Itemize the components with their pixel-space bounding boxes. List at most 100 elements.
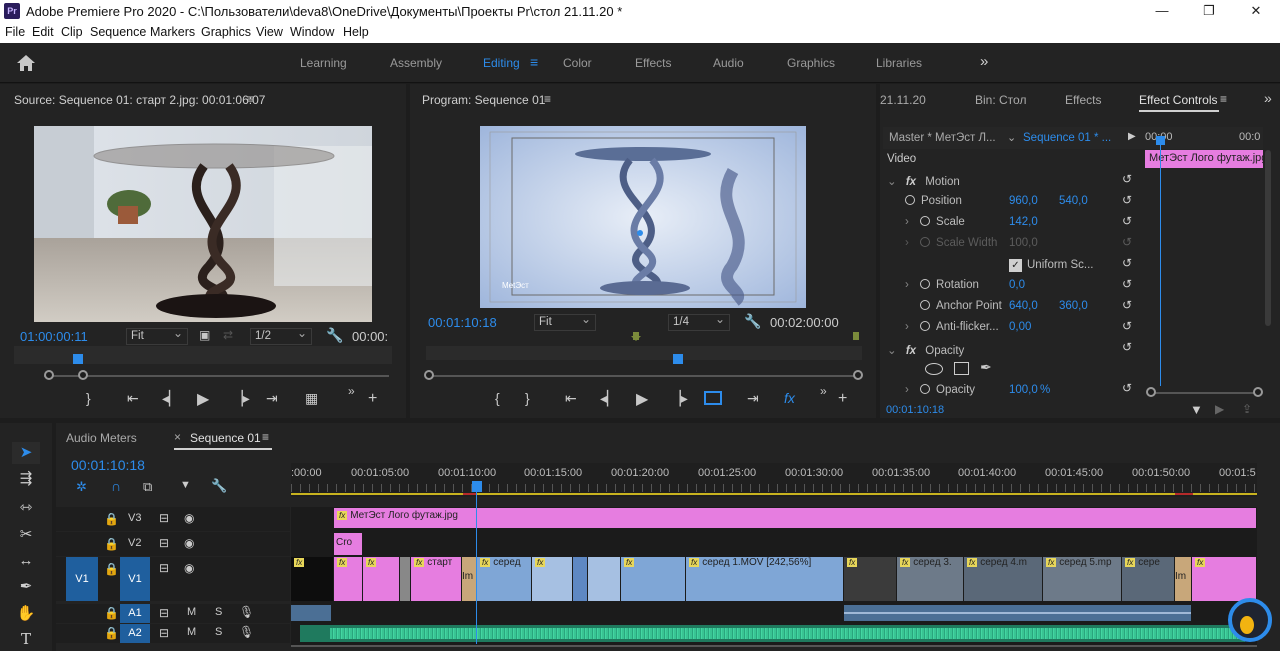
tab-effects[interactable]: Effects — [1065, 93, 1101, 107]
clip-v1-gray[interactable]: fx — [844, 557, 896, 601]
program-playhead[interactable] — [673, 354, 683, 364]
lock-icon[interactable]: 🔒 — [104, 537, 119, 551]
mute-button[interactable]: M — [187, 626, 196, 638]
source-zoom-handle-right[interactable] — [78, 370, 88, 380]
workspace-color[interactable]: Color — [563, 56, 592, 70]
master-clip-label[interactable]: Master * МетЭст Л... — [889, 132, 996, 144]
mini-zoom-scrollbar[interactable] — [1150, 392, 1258, 394]
type-tool-icon[interactable]: T — [12, 628, 40, 650]
collapse-chevron-icon[interactable]: ⌄ — [887, 176, 897, 188]
eye-icon[interactable]: ◉ — [184, 561, 194, 575]
workspace-audio[interactable]: Audio — [713, 56, 744, 70]
menu-graphics[interactable]: Graphics — [201, 25, 251, 39]
menu-help[interactable]: Help — [343, 25, 369, 39]
program-playhead-timecode[interactable]: 00:01:10:18 — [428, 315, 497, 330]
expand-chevron-icon[interactable]: › — [905, 216, 909, 228]
clip-v1-pink[interactable]: fx — [334, 557, 362, 601]
program-time-ruler[interactable] — [426, 346, 862, 360]
add-button-icon[interactable]: + — [368, 390, 377, 408]
menu-clip[interactable]: Clip — [61, 25, 83, 39]
menu-sequence[interactable]: Sequence — [90, 25, 146, 39]
play-button[interactable]: ▶ — [636, 389, 648, 409]
button-editor-icon[interactable]: » — [348, 384, 355, 398]
source-zoom-scrollbar[interactable] — [44, 375, 389, 377]
reset-icon[interactable]: ↺ — [1122, 214, 1132, 228]
source-playhead-timecode[interactable]: 01:00:00:11 — [20, 329, 88, 344]
maximize-button[interactable]: ❐ — [1195, 2, 1223, 20]
program-zoom-dropdown[interactable]: Fit — [534, 312, 596, 331]
program-zoom-scrollbar[interactable] — [428, 375, 858, 377]
mark-in-button[interactable]: { — [495, 390, 500, 406]
clip-v1-start[interactable]: fx старт — [411, 557, 461, 601]
panel-menu-icon[interactable]: ≡ — [247, 92, 254, 106]
play-button[interactable]: ▶ — [197, 389, 209, 409]
program-zoom-handle-left[interactable] — [424, 370, 434, 380]
safe-margins-icon[interactable] — [704, 391, 722, 405]
add-button-icon[interactable]: + — [838, 390, 847, 408]
lock-icon[interactable]: 🔒 — [104, 626, 119, 640]
expand-chevron-icon[interactable]: › — [905, 279, 909, 291]
go-to-out-button[interactable]: ⇥ — [747, 390, 759, 407]
program-video-frame[interactable]: MetЭст — [480, 126, 806, 308]
panel-menu-icon[interactable]: ≡ — [544, 92, 551, 106]
chevron-down-icon[interactable]: ⌄ — [1007, 131, 1016, 144]
motion-effect-row[interactable]: ⌄ fx Motion — [887, 174, 960, 188]
go-to-in-button[interactable]: ⇤ — [565, 390, 577, 407]
clip-v1-pink[interactable]: fx — [363, 557, 399, 601]
hand-tool-icon[interactable]: ✋ — [12, 603, 40, 625]
tab-sequence-01[interactable]: Sequence 01 — [190, 431, 261, 445]
sync-lock-icon[interactable]: ⊟ — [159, 606, 169, 620]
workspace-editing[interactable]: Editing — [483, 56, 520, 70]
nest-icon[interactable]: ✲ — [76, 479, 87, 495]
panel-menu-icon[interactable]: ≡ — [1220, 92, 1227, 106]
work-area-bar[interactable] — [291, 493, 1257, 495]
tab-audio-meters[interactable]: Audio Meters — [66, 431, 137, 445]
timeline-playhead-handle[interactable] — [472, 481, 482, 492]
rectangle-mask-icon[interactable] — [954, 362, 969, 375]
menu-view[interactable]: View — [256, 25, 283, 39]
reset-icon[interactable]: ↺ — [1122, 340, 1132, 354]
wrench-icon[interactable]: 🔧 — [326, 327, 343, 344]
expand-chevron-icon[interactable]: › — [905, 384, 909, 396]
add-marker-icon[interactable]: ▼ — [180, 479, 191, 491]
clip-v1-blue[interactable] — [573, 557, 587, 601]
collapse-chevron-icon[interactable]: ⌄ — [887, 345, 897, 357]
stopwatch-icon[interactable] — [920, 300, 930, 310]
step-forward-button[interactable]: ▕▸ — [232, 390, 250, 407]
mini-zoom-handle-right[interactable] — [1253, 387, 1263, 397]
mute-button[interactable]: M — [187, 606, 196, 618]
stopwatch-icon[interactable] — [920, 384, 931, 394]
effect-controls-clip-bar[interactable]: МетЭст Лого футаж.jpg — [1145, 150, 1263, 168]
clip-v1-black[interactable]: fx — [291, 557, 333, 601]
reset-icon[interactable]: ↺ — [1122, 298, 1132, 312]
lock-icon[interactable]: 🔒 — [104, 606, 119, 620]
program-zoom-handle-right[interactable] — [853, 370, 863, 380]
reset-icon[interactable]: ↺ — [1122, 172, 1132, 186]
settings-icon[interactable]: ▣ — [199, 328, 210, 342]
clip-v1-blue[interactable] — [588, 557, 620, 601]
pen-tool-icon[interactable]: ✒ — [12, 576, 40, 598]
tab-bin[interactable]: Bin: Стол — [975, 93, 1026, 107]
button-editor-icon[interactable]: » — [820, 384, 827, 398]
anchor-y-value[interactable]: 360,0 — [1059, 300, 1088, 312]
position-y-value[interactable]: 540,0 — [1059, 195, 1088, 207]
workspace-learning[interactable]: Learning — [300, 56, 347, 70]
menu-window[interactable]: Window — [290, 25, 334, 39]
clip-v1-blue[interactable]: fx — [532, 557, 572, 601]
sync-lock-icon[interactable]: ⊟ — [159, 561, 169, 575]
stopwatch-icon[interactable] — [905, 195, 915, 205]
effect-controls-scrollbar[interactable] — [1265, 150, 1271, 326]
lock-icon[interactable]: 🔒 — [104, 512, 119, 526]
workspace-assembly[interactable]: Assembly — [390, 56, 442, 70]
opacity-effect-row[interactable]: ⌄ fx Opacity — [887, 343, 964, 357]
audio-clip-a1[interactable] — [291, 605, 331, 621]
clip-v1-sered4[interactable]: fx серед 4.m — [964, 557, 1042, 601]
mini-zoom-handle-left[interactable] — [1146, 387, 1156, 397]
clip-v3-logo[interactable]: fx МетЭст Лого футаж.jpg — [334, 508, 1256, 528]
reset-icon[interactable]: ↺ — [1122, 319, 1132, 333]
source-time-ruler[interactable] — [14, 346, 392, 364]
uniform-scale-checkbox[interactable]: ✓ — [1009, 259, 1022, 272]
clip-v1-pink[interactable]: fx — [1192, 557, 1256, 601]
expand-chevron-icon[interactable]: › — [905, 237, 909, 249]
filter-icon[interactable]: ▼ — [1190, 402, 1203, 417]
